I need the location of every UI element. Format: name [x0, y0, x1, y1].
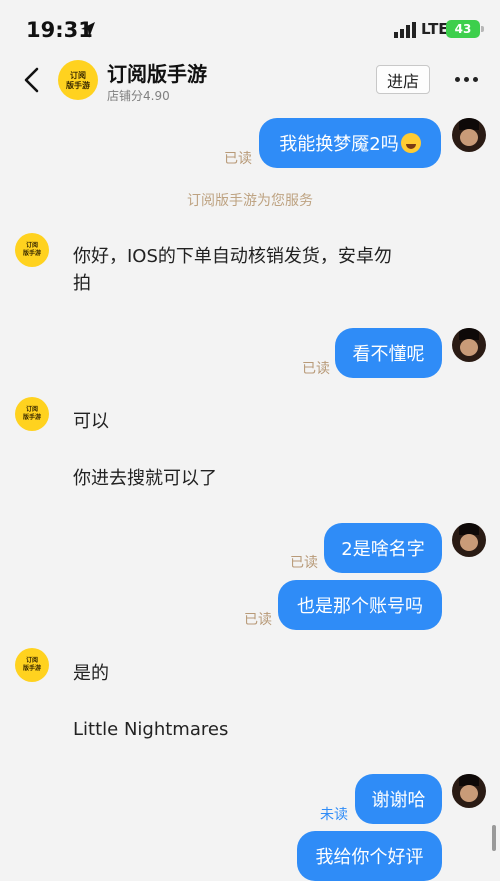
logo-line-2: 版手游 — [66, 80, 90, 90]
shop-logo-text: 订阅 版手游 — [15, 648, 49, 682]
logo-line-1: 订阅 — [70, 70, 86, 80]
read-status: 已读 — [302, 361, 330, 377]
my-message-bubble[interactable]: 我给你个好评 — [297, 831, 442, 881]
logo-line-1: 订阅 — [25, 406, 38, 413]
logo-line-2: 版手游 — [22, 414, 41, 421]
battery-icon: 43 — [446, 20, 484, 38]
message-text: 谢谢哈 — [371, 790, 426, 811]
shop-logo-text: 订阅 版手游 — [15, 233, 49, 267]
read-status: 已读 — [290, 555, 318, 571]
scrollbar[interactable] — [492, 825, 496, 851]
more-options-icon[interactable] — [455, 77, 479, 83]
read-status: 已读 — [224, 151, 252, 167]
shop-message[interactable]: 你进去搜就可以了 — [73, 465, 217, 492]
shop-score: 店铺分4.90 — [107, 89, 170, 103]
shop-avatar-small[interactable]: 订阅 版手游 — [15, 233, 49, 267]
shop-message[interactable]: Little Nightmares — [73, 716, 228, 743]
user-avatar[interactable] — [452, 523, 486, 557]
user-avatar[interactable] — [452, 774, 486, 808]
my-message-bubble[interactable]: 2是啥名字 — [324, 523, 442, 573]
enter-store-button[interactable]: 进店 — [376, 65, 430, 94]
my-message-bubble[interactable]: 谢谢哈 — [355, 774, 442, 824]
shop-message[interactable]: 是的 — [73, 660, 109, 687]
message-text: 也是那个账号吗 — [297, 596, 423, 617]
message-line: 你好，IOS的下单自动核销发货，安卓勿 — [73, 246, 392, 267]
signal-icon — [394, 22, 416, 38]
shop-message[interactable]: 你好，IOS的下单自动核销发货，安卓勿 拍 — [73, 243, 392, 297]
shop-avatar-small[interactable]: 订阅 版手游 — [15, 648, 49, 682]
shop-avatar[interactable]: 订阅 版手游 — [58, 60, 98, 100]
unread-status: 未读 — [320, 807, 348, 823]
back-arrow-icon[interactable] — [20, 66, 44, 94]
shop-avatar-small[interactable]: 订阅 版手游 — [15, 397, 49, 431]
read-status: 已读 — [244, 612, 272, 628]
my-message-bubble[interactable]: 看不懂呢 — [335, 328, 442, 378]
user-avatar[interactable] — [452, 328, 486, 362]
service-notice: 订阅版手游为您服务 — [187, 193, 313, 209]
laughing-emoji-icon — [400, 133, 421, 153]
logo-line-2: 版手游 — [22, 250, 41, 257]
location-arrow-icon — [81, 22, 95, 38]
message-text: 看不懂呢 — [352, 344, 425, 365]
network-label: LTE — [421, 20, 449, 38]
message-text: 2是啥名字 — [341, 539, 425, 560]
my-message-bubble[interactable]: 也是那个账号吗 — [278, 580, 442, 630]
shop-logo-text: 订阅 版手游 — [58, 60, 98, 100]
message-text: 我能换梦魇2吗 — [279, 134, 399, 155]
my-message-bubble[interactable]: 我能换梦魇2吗 — [259, 118, 441, 168]
shop-logo-text: 订阅 版手游 — [15, 397, 49, 431]
logo-line-1: 订阅 — [25, 242, 38, 249]
message-line: 拍 — [73, 273, 91, 294]
user-avatar[interactable] — [452, 118, 486, 152]
battery-level: 43 — [454, 22, 472, 36]
message-text: 我给你个好评 — [315, 847, 424, 868]
logo-line-2: 版手游 — [22, 665, 41, 672]
shop-name[interactable]: 订阅版手游 — [107, 58, 207, 87]
logo-line-1: 订阅 — [25, 657, 38, 664]
shop-message[interactable]: 可以 — [73, 408, 109, 435]
